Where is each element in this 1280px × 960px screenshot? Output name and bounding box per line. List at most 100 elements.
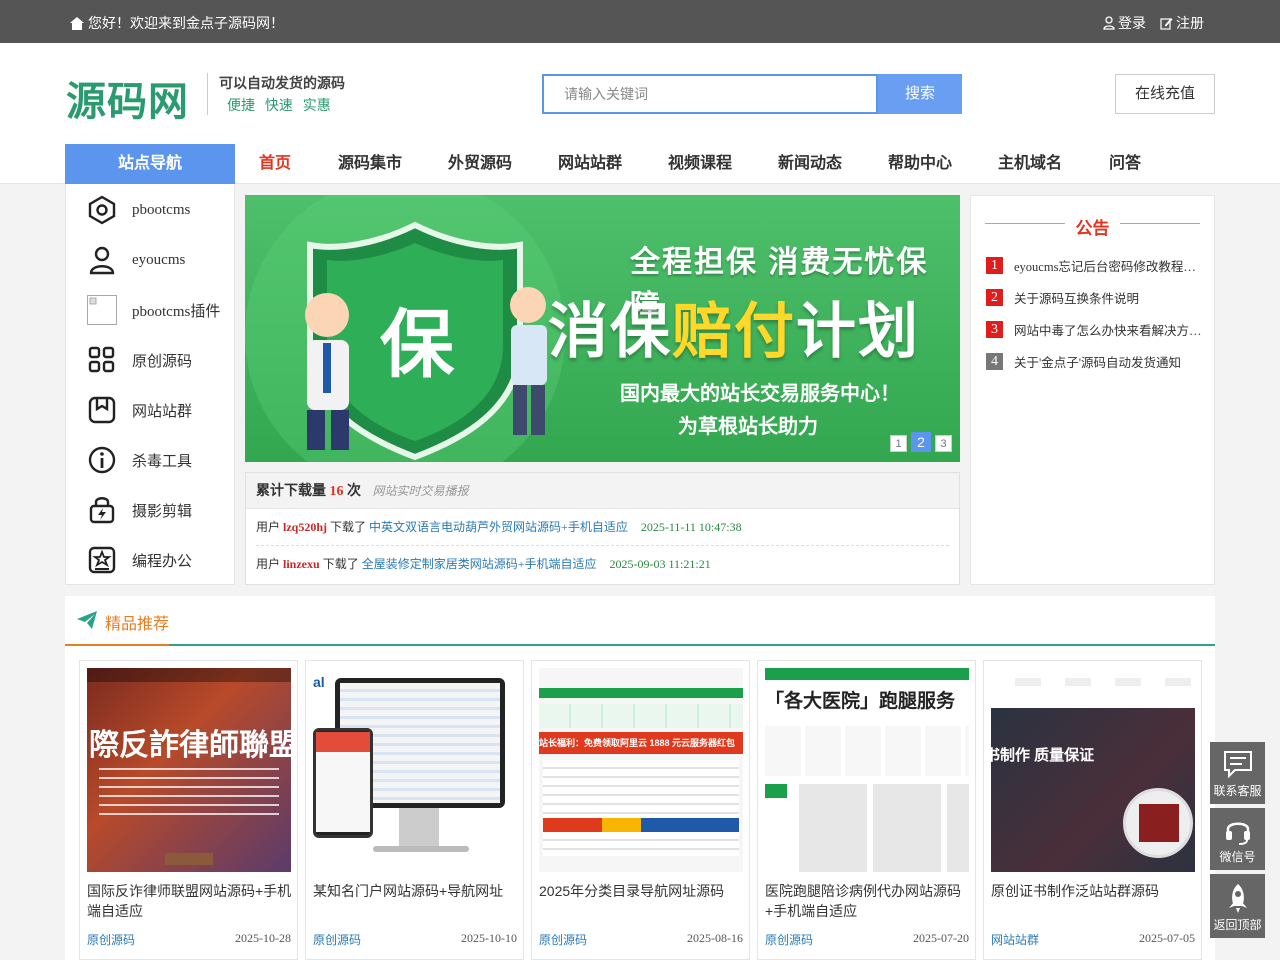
thumb-stand	[399, 808, 439, 848]
category-sidebar: pbootcms eyoucms pbootcms插件 原创源码 网站站群 杀毒…	[65, 184, 235, 585]
wechat-button[interactable]: 微信号	[1210, 808, 1265, 870]
notice-item[interactable]: 4 关于'金点子'源码自动发货通知	[986, 350, 1208, 372]
category-coding-office[interactable]: 编程办公	[86, 540, 231, 580]
site-logo[interactable]: 源码网	[66, 69, 189, 127]
slider-pagination: 1 2 3	[890, 432, 952, 452]
nav-trade-source[interactable]: 外贸源码	[425, 144, 535, 184]
category-label: 网站站群	[132, 403, 193, 420]
slogan: 可以自动发货的源码 便捷 快速 实惠	[207, 73, 345, 115]
product-category[interactable]: 原创源码	[765, 933, 813, 947]
search-box	[542, 74, 878, 114]
login-label: 登录	[1118, 15, 1146, 31]
product-title[interactable]: 国际反诈律师联盟网站源码+手机端自适应	[87, 881, 295, 921]
edit-icon	[1160, 17, 1173, 30]
notice-item[interactable]: 1 eyoucms忘记后台密码修改教程…	[986, 254, 1208, 276]
welcome-text: 您好！欢迎来到金点子源码网！	[88, 15, 284, 31]
register-label: 注册	[1176, 15, 1204, 31]
row-product-link[interactable]: 全屋装修定制家居类网站源码+手机端自适应	[362, 557, 597, 571]
product-title[interactable]: 医院跑腿陪诊病例代办网站源码+手机端自适应	[765, 881, 973, 921]
banner-headline2-a: 消保	[548, 298, 672, 365]
notice-number: 1	[986, 256, 1003, 274]
download-row: 用户 linzexu 下载了 全屋装修定制家居类网站源码+手机端自适应 2025…	[256, 546, 949, 583]
notice-item[interactable]: 3 网站中毒了怎么办快来看解决方…	[986, 318, 1208, 340]
thumb-photos	[799, 784, 969, 872]
product-thumbnail[interactable]: 书制作 质量保证	[991, 668, 1195, 872]
login-link[interactable]: 登录	[1103, 13, 1146, 33]
product-category[interactable]: 原创源码	[313, 933, 361, 947]
download-log: 累计下载量 16 次 网站实时交易播报 用户 lzq520hj 下载了 中英文双…	[245, 472, 960, 585]
recharge-button[interactable]: 在线充值	[1115, 74, 1215, 114]
banner-headline2-c: 计划	[796, 298, 920, 365]
customer-service-button[interactable]: 联系客服	[1210, 742, 1265, 804]
category-pbootcms[interactable]: pbootcms	[86, 190, 231, 230]
nav-help[interactable]: 帮助中心	[865, 144, 975, 184]
row-action: 下载了	[322, 557, 359, 571]
nav-hosting[interactable]: 主机域名	[975, 144, 1085, 184]
product-title[interactable]: 2025年分类目录导航网址源码	[539, 881, 747, 901]
slider-page-3[interactable]: 3	[935, 435, 952, 452]
product-category[interactable]: 原创源码	[539, 933, 587, 947]
product-meta: 原创源码 2025-08-16	[539, 931, 743, 948]
nav-site-group[interactable]: 网站站群	[535, 144, 645, 184]
product-category[interactable]: 原创源码	[87, 933, 135, 947]
customer-service-label: 联系客服	[1213, 784, 1262, 798]
thumb-tag	[765, 784, 787, 798]
product-card[interactable]: al 某知名门户网站源码+导航网址 原创源码 2025-10-10	[305, 660, 524, 960]
nav-news[interactable]: 新闻动态	[755, 144, 865, 184]
slider-page-2[interactable]: 2	[911, 432, 931, 452]
recommend-header: 精品推荐	[65, 596, 1215, 646]
banner-slider[interactable]: 保 全程担保 消费无忧保障 消保赔付计划 国内最大的站长交易服务中心！ 为草根站…	[245, 195, 960, 462]
nav-source-market[interactable]: 源码集市	[315, 144, 425, 184]
category-photo-video[interactable]: 摄影剪辑	[86, 490, 231, 530]
nav-home[interactable]: 首页	[235, 144, 315, 184]
product-thumbnail[interactable]: 「各大医院」跑腿服务	[765, 668, 969, 872]
category-site-group[interactable]: 网站站群	[86, 390, 231, 430]
thumb-nav-bar	[539, 688, 743, 698]
product-thumbnail[interactable]: 際反詐律師聯盟	[87, 668, 291, 872]
product-date: 2025-08-16	[687, 931, 743, 945]
product-thumbnail[interactable]: 站长福利：免费领取阿里云 1888 元云服务器红包	[539, 668, 743, 872]
search-button[interactable]: 搜索	[878, 74, 962, 114]
chat-icon	[1224, 751, 1252, 778]
nav-video-course[interactable]: 视频课程	[645, 144, 755, 184]
product-card[interactable]: 站长福利：免费领取阿里云 1888 元云服务器红包 2025年分类目录导航网址源…	[531, 660, 750, 960]
download-count-unit: 次	[347, 484, 361, 499]
register-link[interactable]: 注册	[1160, 13, 1204, 33]
info-icon	[86, 444, 118, 476]
download-log-header: 累计下载量 16 次 网站实时交易播报	[246, 473, 959, 509]
product-card[interactable]: 「各大医院」跑腿服务 医院跑腿陪诊病例代办网站源码+手机端自适应 原创源码 20…	[757, 660, 976, 960]
back-to-top-label: 返回顶部	[1213, 918, 1262, 932]
user-icon	[1103, 16, 1115, 30]
category-eyoucms[interactable]: eyoucms	[86, 240, 231, 280]
notice-number: 3	[986, 320, 1003, 338]
slider-page-1[interactable]: 1	[890, 435, 907, 452]
auth-links: 登录 注册	[1103, 13, 1204, 33]
thumb-certificate-book	[1139, 804, 1179, 842]
category-original[interactable]: 原创源码	[86, 340, 231, 380]
row-user: lzq520hj	[283, 520, 328, 534]
category-pbootcms-plugin[interactable]: pbootcms插件	[86, 290, 231, 330]
row-product-link[interactable]: 中英文双语言电动葫芦外贸网站源码+手机自适应	[369, 520, 628, 534]
product-date: 2025-10-10	[461, 931, 517, 945]
search-input[interactable]	[544, 76, 876, 112]
top-bar: 您好！欢迎来到金点子源码网！ 登录 注册	[0, 0, 1280, 43]
product-title[interactable]: 某知名门户网站源码+导航网址	[313, 881, 521, 901]
product-title[interactable]: 原创证书制作泛站站群源码	[991, 881, 1199, 901]
category-label: 摄影剪辑	[132, 503, 193, 520]
product-thumbnail[interactable]: al	[313, 668, 517, 872]
thumb-text: 「各大医院」跑腿服务	[765, 691, 956, 712]
home-icon[interactable]	[70, 16, 84, 30]
product-category[interactable]: 网站站群	[991, 933, 1039, 947]
site-nav-title[interactable]: 站点导航	[65, 144, 235, 184]
back-to-top-button[interactable]: 返回顶部	[1210, 874, 1265, 938]
notice-item[interactable]: 2 关于源码互换条件说明	[986, 286, 1208, 308]
wechat-label: 微信号	[1219, 850, 1256, 864]
category-antivirus[interactable]: 杀毒工具	[86, 440, 231, 480]
product-card[interactable]: 際反詐律師聯盟 国际反诈律师联盟网站源码+手机端自适应 原创源码 2025-10…	[79, 660, 298, 960]
category-label: 原创源码	[132, 353, 193, 370]
download-count: 16	[329, 484, 344, 499]
welcome: 您好！欢迎来到金点子源码网！	[70, 13, 284, 33]
product-card[interactable]: 书制作 质量保证 原创证书制作泛站站群源码 网站站群 2025-07-05	[983, 660, 1202, 960]
nav-qa[interactable]: 问答	[1085, 144, 1165, 184]
row-time: 2025-11-11 10:47:38	[640, 520, 742, 534]
